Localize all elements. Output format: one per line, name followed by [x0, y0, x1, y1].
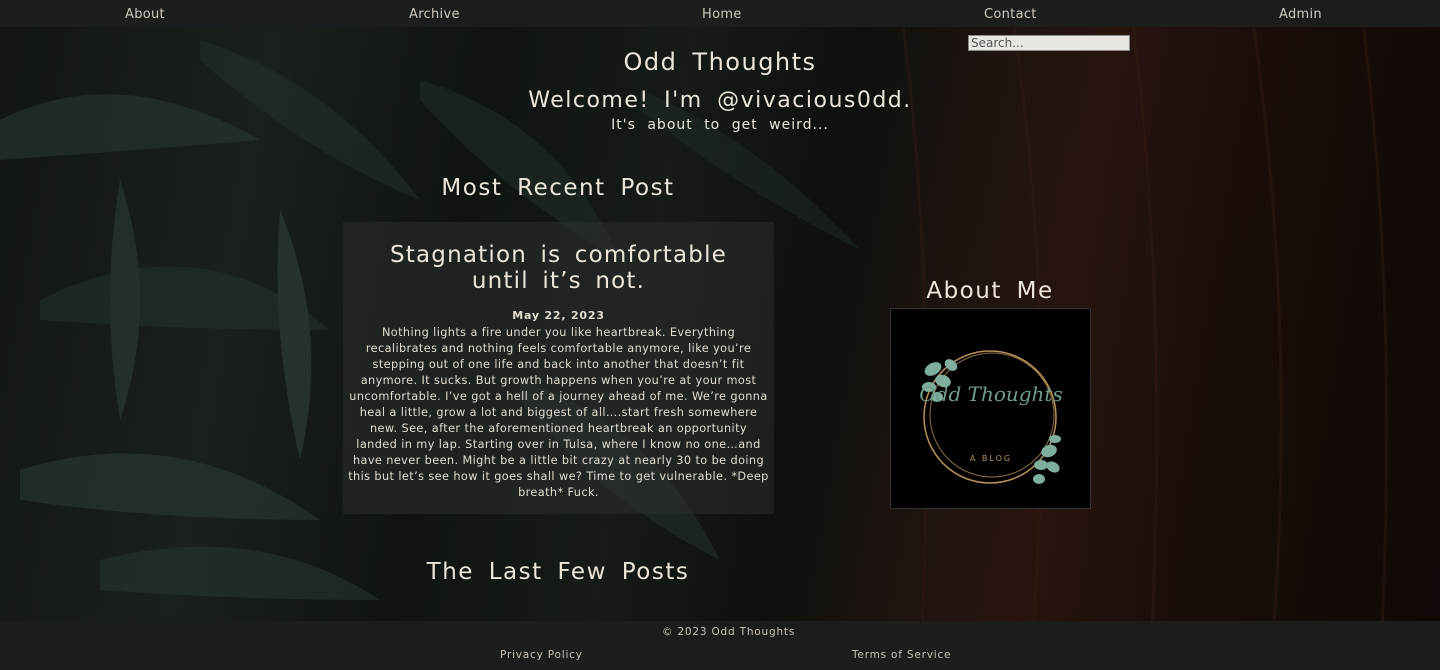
site-title: Odd Thoughts	[623, 48, 817, 76]
footer: © 2023 Odd Thoughts Privacy Policy Terms…	[0, 621, 1440, 670]
top-navigation: About Archive Home Contact Admin	[0, 0, 1440, 27]
nav-link-archive[interactable]: Archive	[409, 7, 460, 22]
nav-link-contact[interactable]: Contact	[984, 7, 1037, 22]
post-date: May 22, 2023	[512, 309, 605, 322]
nav-link-about[interactable]: About	[125, 7, 165, 22]
footer-copyright: © 2023 Odd Thoughts	[662, 626, 796, 638]
post-body: Nothing lights a fire under you like hea…	[348, 326, 769, 499]
most-recent-heading: Most Recent Post	[441, 175, 675, 201]
tagline: It's about to get weird...	[611, 117, 829, 133]
terms-of-service-link[interactable]: Terms of Service	[852, 649, 951, 661]
logo-text: Odd Thoughts	[919, 382, 1063, 406]
last-posts-heading: The Last Few Posts	[426, 559, 690, 585]
blog-logo-image: Odd Thoughts A BLOG	[890, 308, 1091, 509]
logo-subtext: A BLOG	[970, 454, 1012, 463]
search-input[interactable]: Search...	[968, 35, 1130, 51]
about-me-heading: About Me	[926, 278, 1054, 304]
recent-post-card: Stagnation is comfortable until it’s not…	[343, 222, 774, 514]
nav-link-home[interactable]: Home	[702, 7, 742, 22]
welcome-heading: Welcome! I'm @vivacious0dd.	[528, 88, 912, 113]
privacy-policy-link[interactable]: Privacy Policy	[500, 649, 583, 661]
nav-link-admin[interactable]: Admin	[1279, 7, 1322, 22]
post-title[interactable]: Stagnation is comfortable until it’s not…	[363, 242, 754, 294]
